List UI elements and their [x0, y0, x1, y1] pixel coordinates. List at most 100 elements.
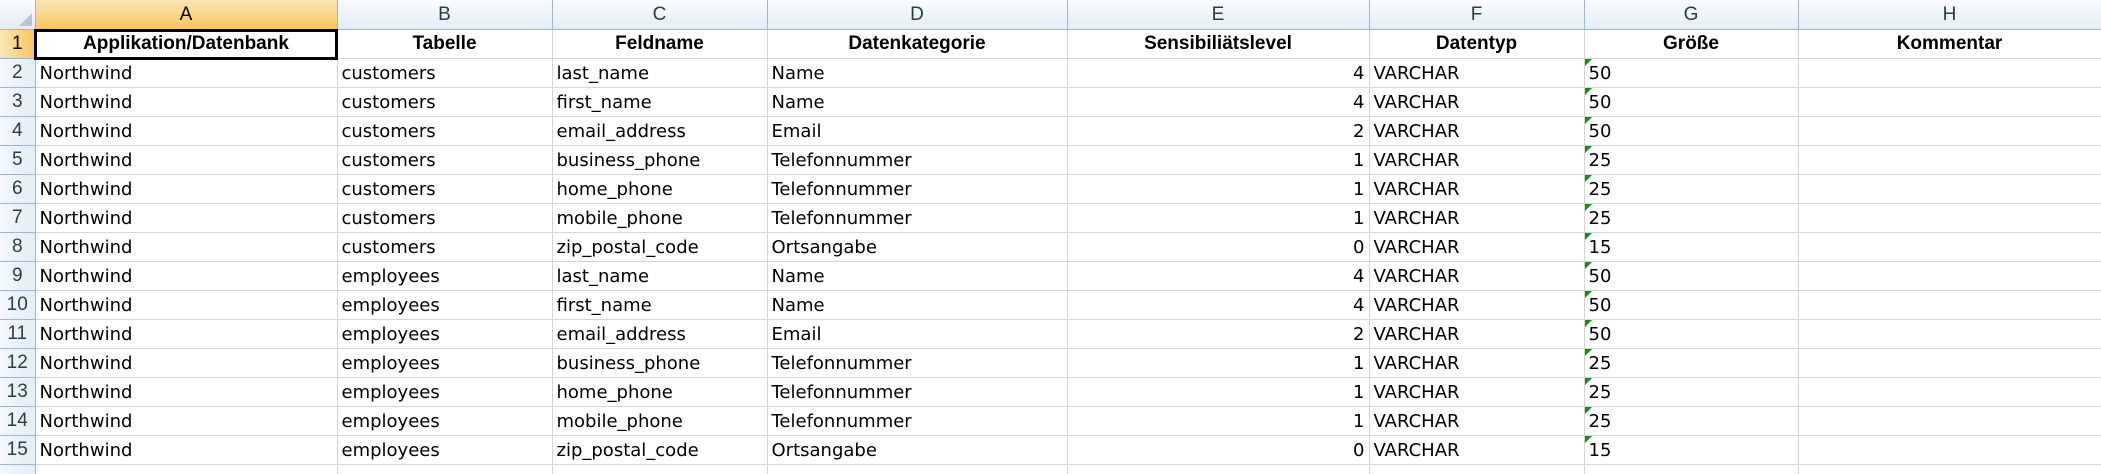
cell-datenkategorie[interactable]: Telefonnummer — [767, 174, 1068, 204]
column-header-e[interactable]: E — [1067, 0, 1370, 30]
cell-groesse[interactable]: 25 — [1584, 377, 1799, 407]
cell-feldname[interactable]: email_address — [552, 116, 768, 146]
cell-tabelle[interactable]: customers — [337, 232, 553, 262]
cell-applikation[interactable]: Northwind — [35, 290, 338, 320]
cell-sensibilitaetslevel[interactable]: 2 — [1067, 319, 1370, 349]
row-header[interactable]: 2 — [0, 58, 36, 88]
cell-tabelle[interactable]: employees — [337, 406, 553, 436]
column-header-b[interactable]: B — [337, 0, 553, 30]
cell-feldname[interactable]: first_name — [552, 290, 768, 320]
cell-tabelle[interactable]: employees — [337, 377, 553, 407]
cell-datentyp[interactable]: VARCHAR — [1369, 116, 1585, 146]
column-header-a[interactable]: A — [35, 0, 338, 30]
cell-tabelle[interactable]: customers — [337, 174, 553, 204]
row-header[interactable]: 11 — [0, 319, 36, 349]
cell-datentyp[interactable]: VARCHAR — [1369, 348, 1585, 378]
cell-datentyp[interactable]: VARCHAR — [1369, 319, 1585, 349]
cell-sensibilitaetslevel[interactable]: 4 — [1067, 87, 1370, 117]
cell-applikation[interactable]: Northwind — [35, 348, 338, 378]
cell-datentyp[interactable]: VARCHAR — [1369, 145, 1585, 175]
row-header[interactable] — [0, 464, 36, 474]
cell-applikation[interactable]: Northwind — [35, 145, 338, 175]
cell-partial[interactable] — [337, 464, 553, 474]
row-header[interactable]: 15 — [0, 435, 36, 465]
cell-kommentar[interactable] — [1798, 377, 2101, 407]
cell-applikation[interactable]: Northwind — [35, 232, 338, 262]
cell-feldname[interactable]: last_name — [552, 261, 768, 291]
cell-sensibilitaetslevel[interactable]: 1 — [1067, 348, 1370, 378]
cell-applikation[interactable]: Northwind — [35, 116, 338, 146]
cell-groesse[interactable]: 25 — [1584, 174, 1799, 204]
cell-sensibilitaetslevel[interactable]: 0 — [1067, 435, 1370, 465]
cell-groesse[interactable]: 15 — [1584, 435, 1799, 465]
cell-sensibilitaetslevel[interactable]: 1 — [1067, 174, 1370, 204]
row-header[interactable]: 9 — [0, 261, 36, 291]
cell-sensibilitaetslevel[interactable]: 1 — [1067, 145, 1370, 175]
header-cell-tabelle[interactable]: Tabelle — [337, 29, 553, 59]
row-header[interactable]: 5 — [0, 145, 36, 175]
cell-applikation[interactable]: Northwind — [35, 261, 338, 291]
cell-datenkategorie[interactable]: Telefonnummer — [767, 348, 1068, 378]
cell-groesse[interactable]: 50 — [1584, 58, 1799, 88]
cell-datentyp[interactable]: VARCHAR — [1369, 203, 1585, 233]
cell-kommentar[interactable] — [1798, 116, 2101, 146]
row-header[interactable]: 7 — [0, 203, 36, 233]
cell-kommentar[interactable] — [1798, 406, 2101, 436]
cell-tabelle[interactable]: customers — [337, 116, 553, 146]
row-header[interactable]: 3 — [0, 87, 36, 117]
cell-applikation[interactable]: Northwind — [35, 203, 338, 233]
column-header-f[interactable]: F — [1369, 0, 1585, 30]
cell-kommentar[interactable] — [1798, 435, 2101, 465]
cell-datenkategorie[interactable]: Telefonnummer — [767, 203, 1068, 233]
select-all-button[interactable] — [0, 0, 36, 30]
cell-partial[interactable] — [1798, 464, 2101, 474]
header-cell-kommentar[interactable]: Kommentar — [1798, 29, 2101, 59]
cell-sensibilitaetslevel[interactable]: 0 — [1067, 232, 1370, 262]
cell-datentyp[interactable]: VARCHAR — [1369, 87, 1585, 117]
cell-kommentar[interactable] — [1798, 232, 2101, 262]
cell-tabelle[interactable]: employees — [337, 435, 553, 465]
cell-tabelle[interactable]: employees — [337, 348, 553, 378]
cell-sensibilitaetslevel[interactable]: 1 — [1067, 203, 1370, 233]
cell-feldname[interactable]: zip_postal_code — [552, 232, 768, 262]
cell-partial[interactable] — [1067, 464, 1370, 474]
cell-datentyp[interactable]: VARCHAR — [1369, 58, 1585, 88]
column-header-g[interactable]: G — [1584, 0, 1799, 30]
cell-kommentar[interactable] — [1798, 145, 2101, 175]
row-header[interactable]: 4 — [0, 116, 36, 146]
cell-applikation[interactable]: Northwind — [35, 406, 338, 436]
cell-partial[interactable] — [1584, 464, 1799, 474]
cell-datenkategorie[interactable]: Email — [767, 319, 1068, 349]
row-header[interactable]: 1 — [0, 29, 36, 59]
cell-tabelle[interactable]: customers — [337, 87, 553, 117]
cell-sensibilitaetslevel[interactable]: 1 — [1067, 377, 1370, 407]
cell-feldname[interactable]: mobile_phone — [552, 203, 768, 233]
cell-applikation[interactable]: Northwind — [35, 377, 338, 407]
column-header-h[interactable]: H — [1798, 0, 2101, 30]
cell-datenkategorie[interactable]: Ortsangabe — [767, 435, 1068, 465]
cell-datentyp[interactable]: VARCHAR — [1369, 290, 1585, 320]
cell-partial[interactable] — [767, 464, 1068, 474]
cell-groesse[interactable]: 50 — [1584, 87, 1799, 117]
cell-datenkategorie[interactable]: Name — [767, 87, 1068, 117]
header-cell-feldname[interactable]: Feldname — [552, 29, 768, 59]
cell-feldname[interactable]: last_name — [552, 58, 768, 88]
cell-datenkategorie[interactable]: Email — [767, 116, 1068, 146]
header-cell-groesse[interactable]: Größe — [1584, 29, 1799, 59]
header-cell-sensibilitaetslevel[interactable]: Sensibiliätslevel — [1067, 29, 1370, 59]
cell-datentyp[interactable]: VARCHAR — [1369, 435, 1585, 465]
cell-datenkategorie[interactable]: Name — [767, 290, 1068, 320]
header-cell-applikation[interactable]: Applikation/Datenbank — [34, 28, 338, 60]
cell-sensibilitaetslevel[interactable]: 4 — [1067, 58, 1370, 88]
cell-kommentar[interactable] — [1798, 261, 2101, 291]
cell-groesse[interactable]: 50 — [1584, 290, 1799, 320]
cell-tabelle[interactable]: employees — [337, 290, 553, 320]
cell-datenkategorie[interactable]: Telefonnummer — [767, 377, 1068, 407]
cell-datentyp[interactable]: VARCHAR — [1369, 377, 1585, 407]
cell-groesse[interactable]: 15 — [1584, 232, 1799, 262]
cell-kommentar[interactable] — [1798, 58, 2101, 88]
cell-groesse[interactable]: 25 — [1584, 406, 1799, 436]
cell-feldname[interactable]: business_phone — [552, 145, 768, 175]
cell-datentyp[interactable]: VARCHAR — [1369, 232, 1585, 262]
cell-feldname[interactable]: business_phone — [552, 348, 768, 378]
